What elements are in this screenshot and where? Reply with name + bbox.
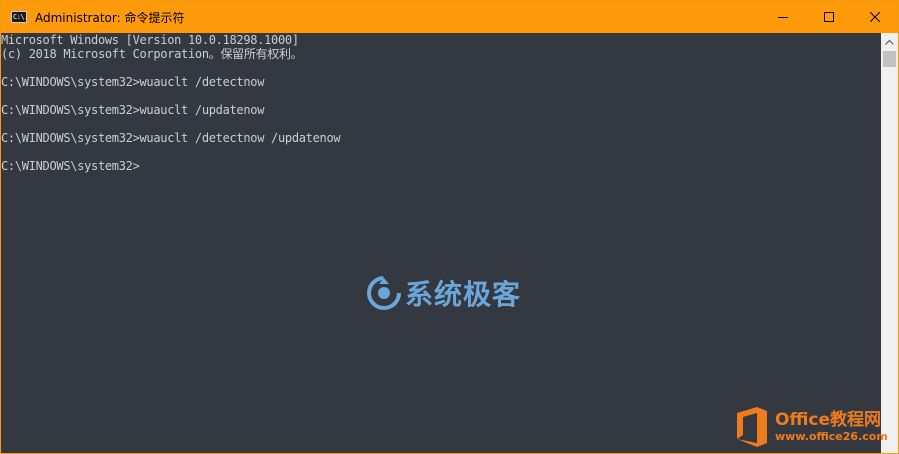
watermark-site-name: Office教程网 <box>775 410 882 430</box>
scrollbar-thumb[interactable] <box>883 51 896 67</box>
title-bar[interactable]: C:\. Administrator: 命令提示符 <box>1 1 898 33</box>
cmd-app-icon[interactable]: C:\. <box>11 11 28 23</box>
console-output[interactable]: Microsoft Windows [Version 10.0.18298.10… <box>1 33 881 453</box>
minimize-icon <box>778 17 788 18</box>
console-line: (c) 2018 Microsoft Corporation。保留所有权利。 <box>1 47 303 61</box>
watermark-site-url: www.office26.com <box>775 430 888 443</box>
office26-watermark: Office教程网 www.office26.com <box>731 405 888 449</box>
window-controls <box>760 1 898 33</box>
console-line: C:\WINDOWS\system32>wuauclt /updatenow <box>1 103 265 117</box>
xitongjike-watermark: 系统极客 <box>367 273 521 313</box>
close-button[interactable] <box>852 1 898 33</box>
chevron-up-icon <box>885 39 894 45</box>
app-icon-glyph: C:\. <box>13 13 28 21</box>
minimize-button[interactable] <box>760 1 806 33</box>
watermark-text: 系统极客 <box>405 278 522 311</box>
window-title: Administrator: 命令提示符 <box>35 10 185 25</box>
console-line: C:\WINDOWS\system32>wuauclt /detectnow <box>1 75 265 89</box>
console-line: Microsoft Windows [Version 10.0.18298.10… <box>1 33 299 47</box>
console-line: C:\WINDOWS\system32>wuauclt /detectnow /… <box>1 131 341 145</box>
cmd-window: C:\. Administrator: 命令提示符 Microsoft Wind… <box>0 0 899 454</box>
close-icon <box>870 12 880 22</box>
maximize-icon <box>824 12 834 22</box>
maximize-button[interactable] <box>806 1 852 33</box>
xitongjike-logo-icon <box>367 276 401 310</box>
scroll-up-button[interactable] <box>881 33 898 50</box>
office-logo-icon <box>737 407 767 447</box>
console-prompt-line[interactable]: C:\WINDOWS\system32> <box>1 159 140 173</box>
vertical-scrollbar[interactable] <box>881 33 898 453</box>
